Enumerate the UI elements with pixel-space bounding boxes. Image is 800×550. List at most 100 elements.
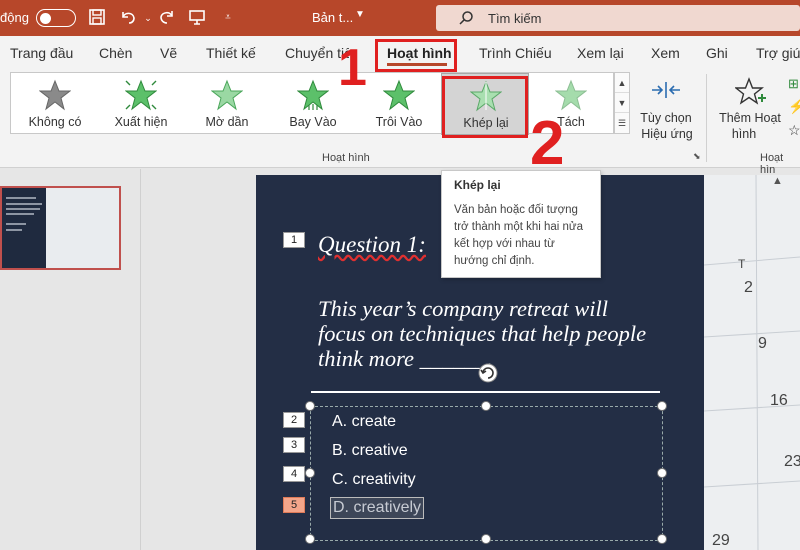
- search-box[interactable]: Tìm kiếm: [436, 5, 800, 31]
- redo-icon[interactable]: [157, 8, 177, 28]
- autosave-toggle[interactable]: [36, 9, 76, 27]
- add-animation-star-icon: [735, 77, 766, 105]
- answer-a[interactable]: A. create: [332, 413, 396, 431]
- powerpoint-window: động ⌄ ⩡ Bản t... ▼ Tìm kiếm Trang đầu C…: [0, 0, 800, 550]
- present-icon[interactable]: [187, 8, 207, 28]
- answer-d[interactable]: D. creatively: [330, 497, 425, 519]
- group-separator: [706, 74, 707, 162]
- calendar-label: 2: [744, 279, 753, 296]
- tab-review[interactable]: Xem lại: [577, 45, 624, 61]
- effect-options-label-1: Tùy chọn: [640, 111, 692, 125]
- toggle-knob: [40, 12, 51, 24]
- search-icon: [459, 11, 473, 25]
- animation-label: Mờ dần: [205, 115, 249, 129]
- animation-fly-in[interactable]: Bay Vào: [269, 73, 357, 135]
- star-split-icon: [470, 80, 502, 112]
- group-label-advanced: Hoạt hìn: [760, 152, 784, 176]
- animation-float-in[interactable]: Trôi Vào: [355, 73, 443, 135]
- add-animation-label-1: Thêm Hoạt: [719, 111, 781, 125]
- answer-c[interactable]: C. creativity: [332, 471, 416, 489]
- animation-wipe[interactable]: Tách: [527, 73, 615, 135]
- resize-handle[interactable]: [305, 401, 315, 411]
- tooltip-title: Khép lại: [454, 178, 501, 192]
- calendar-image: [704, 175, 800, 550]
- resize-handle[interactable]: [657, 468, 667, 478]
- title-bar: động ⌄ ⩡ Bản t... ▼ Tìm kiếm: [0, 0, 800, 36]
- resize-handle[interactable]: [305, 534, 315, 544]
- calendar-label: T: [738, 257, 746, 271]
- tab-view[interactable]: Xem: [651, 45, 680, 61]
- tab-home[interactable]: Trang đầu: [10, 45, 73, 61]
- tab-animations[interactable]: Hoạt hình: [387, 45, 452, 61]
- question-title-text: Question 1:: [318, 232, 426, 257]
- resize-handle[interactable]: [305, 468, 315, 478]
- animation-tag[interactable]: 2: [283, 412, 305, 428]
- animation-painter-icon[interactable]: ☆: [788, 122, 800, 139]
- gallery-more-icon[interactable]: ☰: [615, 113, 629, 133]
- resize-handle[interactable]: [481, 534, 491, 544]
- calendar-ring-icon: ▲: [772, 175, 783, 187]
- slide-thumbnail-panel: [0, 169, 141, 550]
- tab-transitions[interactable]: Chuyển tiếp: [285, 45, 349, 61]
- customize-icon[interactable]: ⩡: [218, 8, 238, 28]
- tab-insert[interactable]: Chèn: [99, 45, 132, 61]
- answer-b[interactable]: B. creative: [332, 442, 408, 460]
- gallery-scroll-down-icon[interactable]: ▼: [615, 93, 629, 113]
- effect-options-label-2: Hiệu ứng: [641, 127, 693, 141]
- calendar-label: 9: [758, 335, 767, 352]
- tab-slideshow[interactable]: Trình Chiếu: [479, 45, 552, 61]
- animation-fade[interactable]: Mờ dần: [183, 73, 271, 135]
- animation-gallery: Không có Xuất hiện Mờ dần Bay Vào Trôi V…: [10, 72, 615, 135]
- slide-thumbnail-1[interactable]: [0, 186, 121, 270]
- tab-record[interactable]: Ghi: [706, 45, 728, 61]
- animation-none[interactable]: Không có: [11, 73, 99, 135]
- resize-handle[interactable]: [657, 534, 667, 544]
- animation-tag-selected[interactable]: 5: [283, 497, 305, 513]
- gallery-scroll-up-icon[interactable]: ▲: [615, 73, 629, 93]
- chevron-down-icon[interactable]: ▼: [355, 9, 365, 20]
- question-body[interactable]: This year’s company retreat will focus o…: [318, 296, 658, 371]
- animation-label: Không có: [28, 115, 82, 129]
- animation-label: Xuất hiện: [114, 115, 168, 129]
- tooltip-description: Văn bản hoặc đối tượng trở thành một khi…: [454, 204, 584, 267]
- document-title[interactable]: Bản t...: [312, 10, 353, 25]
- calendar-grid: [704, 175, 800, 550]
- divider-line: [311, 391, 660, 393]
- thumbnail-calendar-image: [46, 188, 119, 268]
- rotate-handle-icon[interactable]: [476, 361, 500, 385]
- resize-handle[interactable]: [481, 401, 491, 411]
- animation-split[interactable]: Khép lại: [441, 73, 529, 135]
- star-burst-icon: [125, 79, 157, 111]
- calendar-label: 29: [712, 532, 730, 549]
- star-fly-icon: [297, 79, 329, 111]
- group-label-animation: Hoạt hình: [322, 152, 370, 164]
- star-float-icon: [383, 79, 415, 111]
- dialog-launcher-icon[interactable]: ⬊: [693, 151, 701, 162]
- animation-label: Bay Vào: [289, 115, 337, 129]
- tab-help[interactable]: Trợ giúp: [756, 45, 800, 61]
- star-wipe-icon: [555, 79, 587, 111]
- animation-tag[interactable]: 1: [283, 232, 305, 248]
- tooltip: Khép lại Văn bản hoặc đối tượng trở thàn…: [441, 170, 601, 278]
- ribbon-tabs: Trang đầu Chèn Vẽ Thiết kế Chuyển tiếp H…: [0, 36, 800, 68]
- undo-icon[interactable]: [118, 8, 138, 28]
- animation-tag[interactable]: 3: [283, 437, 305, 453]
- animation-label: Khép lại: [463, 116, 509, 130]
- animation-tag[interactable]: 4: [283, 466, 305, 482]
- animation-label: Tách: [557, 115, 585, 129]
- save-icon[interactable]: [87, 8, 107, 28]
- search-placeholder: Tìm kiếm: [488, 11, 542, 26]
- tab-design[interactable]: Thiết kế: [206, 45, 256, 61]
- animation-appear[interactable]: Xuất hiện: [97, 73, 185, 135]
- animation-pane-icon[interactable]: ⊞: [788, 76, 799, 92]
- thumbnail-text-lines: [6, 197, 42, 231]
- trigger-icon[interactable]: ⚡: [788, 98, 800, 115]
- gallery-scroll[interactable]: ▲ ▼ ☰: [614, 72, 630, 134]
- tab-draw[interactable]: Vẽ: [160, 45, 177, 61]
- animation-label: Trôi Vào: [375, 115, 423, 129]
- active-tab-underline: [387, 63, 447, 66]
- resize-handle[interactable]: [657, 401, 667, 411]
- ribbon-body: Không có Xuất hiện Mờ dần Bay Vào Trôi V…: [0, 68, 800, 176]
- undo-dropdown-icon[interactable]: ⌄: [138, 8, 158, 28]
- question-title[interactable]: Question 1:: [318, 232, 426, 258]
